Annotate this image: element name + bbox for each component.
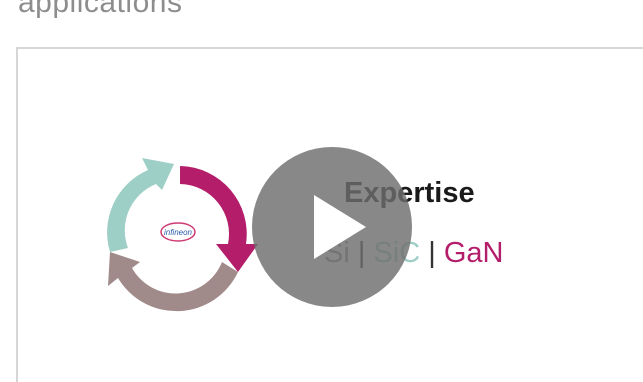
cycle-arrows-icon: infineon: [88, 144, 268, 324]
material-gan: GaN: [443, 237, 504, 269]
logo-text: infineon: [164, 228, 193, 237]
video-player[interactable]: infineon Expertise Si | SiC | GaN: [16, 47, 643, 382]
section-heading: applications: [18, 0, 183, 19]
play-button[interactable]: [252, 147, 412, 307]
play-icon: [314, 195, 366, 259]
page: applications infineon Expertise Si | SiC…: [0, 0, 643, 382]
material-separator: |: [428, 237, 436, 269]
